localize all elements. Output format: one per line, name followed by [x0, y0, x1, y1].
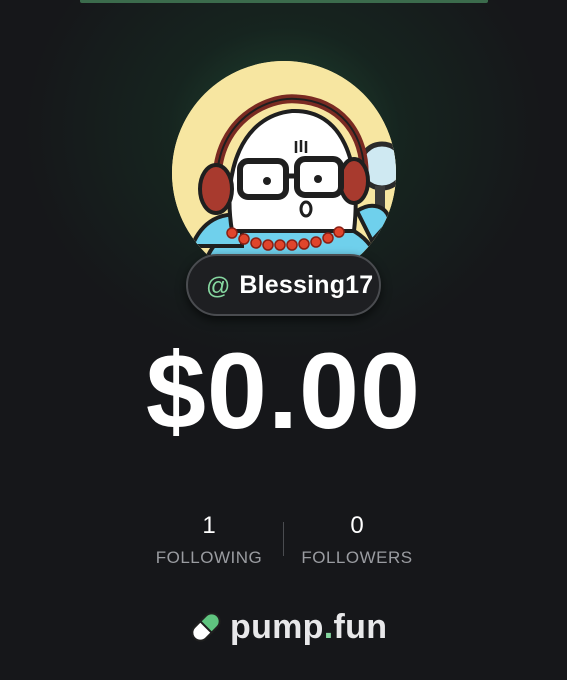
- username-badge[interactable]: @ Blessing17: [186, 254, 381, 316]
- followers-count: 0: [350, 512, 364, 539]
- top-edge-strip: [80, 0, 488, 3]
- brand-name-main: pump: [230, 607, 324, 646]
- following-count: 1: [202, 512, 216, 539]
- avatar-illustration: [172, 61, 396, 285]
- followers-label: FOLLOWERS: [301, 548, 413, 567]
- brand-name: pump.fun: [230, 608, 387, 647]
- brand-logo: pump.fun: [188, 605, 387, 649]
- pill-icon: [191, 612, 221, 642]
- profile-card: @ Blessing17 $0.00 1 FOLLOWING 0 FOLLOWE…: [0, 0, 567, 680]
- following-label: FOLLOWING: [155, 548, 263, 567]
- followers-stat[interactable]: 0 FOLLOWERS: [277, 510, 437, 568]
- brand-name-tail: fun: [333, 607, 388, 646]
- at-icon: @: [206, 273, 231, 300]
- avatar[interactable]: [172, 61, 396, 285]
- brand-name-dot: .: [323, 607, 334, 646]
- username: Blessing17: [239, 270, 374, 299]
- balance-value: $0.00: [145, 330, 422, 451]
- following-stat[interactable]: 1 FOLLOWING: [129, 510, 289, 568]
